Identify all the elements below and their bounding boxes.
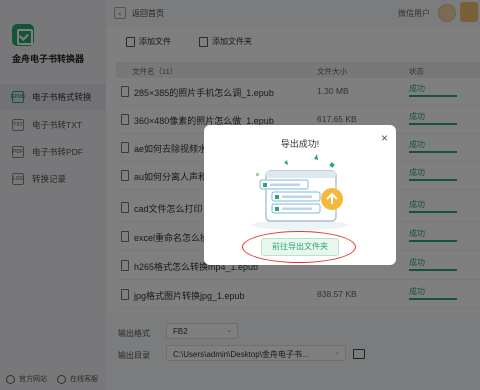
dialog-title: 导出成功! [280,139,320,149]
open-export-folder-button[interactable]: 前往导出文件夹 [261,238,339,256]
export-success-dialog: 导出成功! × 前往导出文件夹 [204,125,396,265]
export-success-illustration [252,154,348,230]
close-icon[interactable]: × [381,131,388,145]
